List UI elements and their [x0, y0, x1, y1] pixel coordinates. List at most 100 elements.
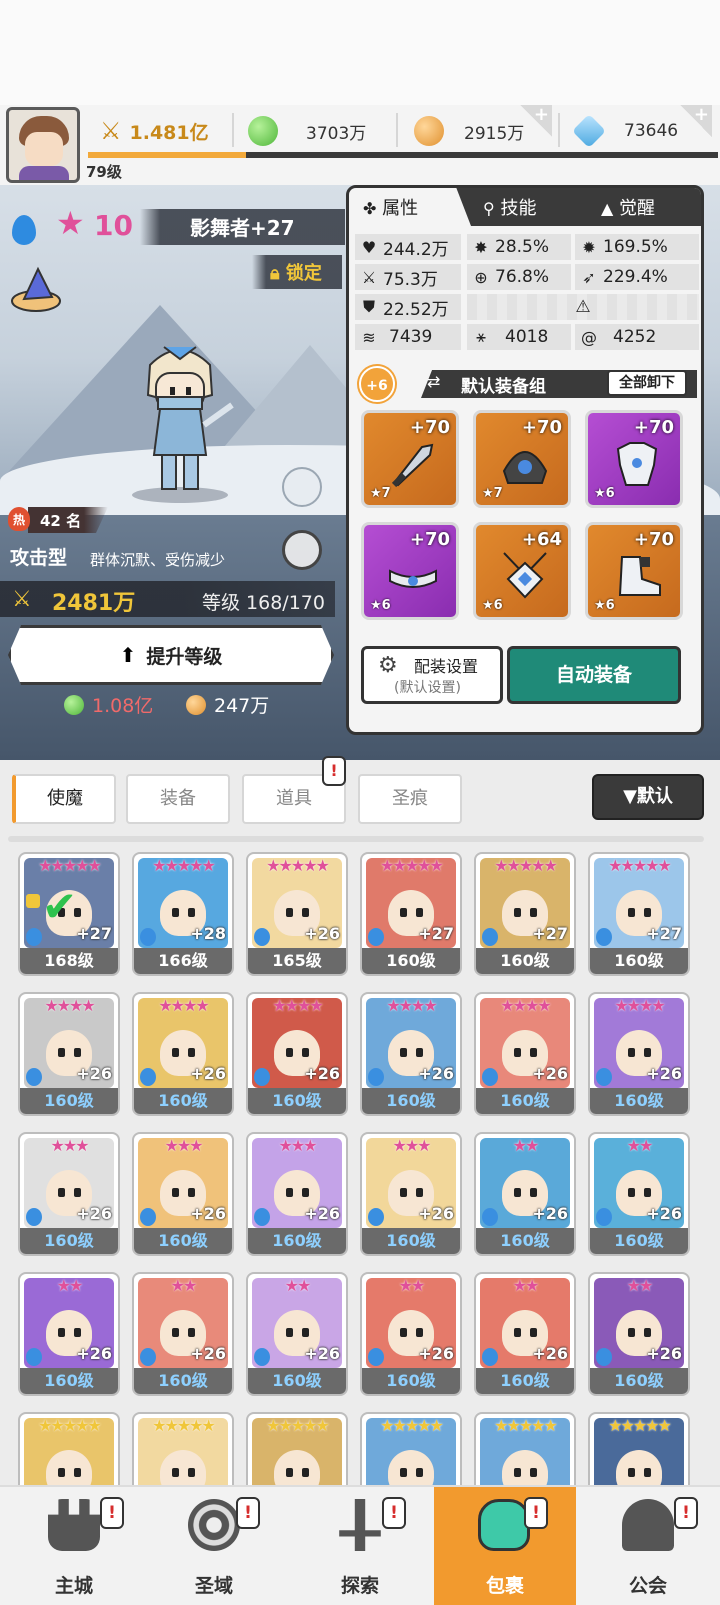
hero-plus: +26	[304, 1204, 340, 1223]
player-avatar[interactable]	[6, 107, 80, 183]
hero-card[interactable]: ★★★★★ +27 168级 ✔	[18, 852, 120, 976]
hero-level: 160级	[134, 1228, 232, 1254]
element-icon	[26, 1068, 42, 1086]
slot-tier: ★6	[594, 598, 615, 613]
nav-main-city[interactable]: ! 主城	[4, 1487, 144, 1605]
add-gold-button[interactable]: +	[520, 105, 552, 137]
nav-bag[interactable]: ! 包裹	[434, 1487, 576, 1605]
hero-card[interactable]: ★★★★ +26 160级	[246, 992, 348, 1116]
status-bar-area	[0, 0, 720, 105]
hero-card[interactable]: ★★★★ +26 160级	[18, 992, 120, 1116]
gear-slot-boots[interactable]: +70 ★6	[585, 522, 683, 620]
rotate-view-button[interactable]	[282, 530, 322, 570]
alert-icon: ⚠	[575, 297, 591, 317]
total-power-value: 1.481亿	[129, 121, 209, 144]
view-orb-button[interactable]	[282, 467, 322, 507]
gear-slot-necklace[interactable]: +64 ★6	[473, 522, 571, 620]
hero-card[interactable]: ★★★★ +26 160级	[474, 992, 576, 1116]
hero-plus: +26	[304, 924, 340, 943]
element-icon	[482, 1348, 498, 1366]
hero-card[interactable]: ★★ +26 160级	[360, 1272, 462, 1396]
selected-check-icon: ✔	[42, 882, 78, 931]
wizard-hat-icon[interactable]	[8, 265, 64, 313]
hero-card[interactable]: ★★★★★ +28 166级	[132, 852, 234, 976]
gear-icon: ⚙	[378, 653, 398, 678]
hero-level: 168级	[20, 948, 118, 974]
hero-card[interactable]: ★★ +26 160级	[246, 1272, 348, 1396]
unequip-all-button[interactable]: 全部卸下	[607, 370, 687, 396]
hero-card[interactable]: ★★★ +26 160级	[18, 1132, 120, 1256]
tab-stigmata[interactable]: 圣痕	[358, 774, 462, 824]
config-label: 配装设置	[414, 657, 479, 676]
nav-guild[interactable]: ! 公会	[578, 1487, 718, 1605]
crossed-swords-icon: ⚔	[100, 117, 122, 145]
hero-stars: ★★★	[392, 1136, 431, 1155]
hero-stars: ★★★★★	[152, 856, 216, 875]
tab-equipment[interactable]: 装备	[126, 774, 230, 824]
hero-card[interactable]: ★★★★ +26 160级	[360, 992, 462, 1116]
gear-bonus-badge[interactable]: +6	[359, 366, 395, 402]
gear-config-button[interactable]: ⚙ 配装设置 (默认设置)	[361, 646, 503, 704]
add-gem-button[interactable]: +	[680, 105, 712, 137]
hero-card[interactable]: ★★★ +26 160级	[132, 1132, 234, 1256]
stat-dodge: ⚹ 4018	[467, 324, 571, 350]
alert-badge: !	[524, 1497, 548, 1529]
hero-stars: ★★★	[50, 1136, 89, 1155]
hero-card[interactable]: ★★★ +26 160级	[360, 1132, 462, 1256]
tab-skills[interactable]: ⚲ 技能	[483, 194, 536, 220]
hero-level: 160级	[476, 1368, 574, 1394]
hero-plus: +26	[76, 1064, 112, 1083]
hero-card[interactable]: ★★★★★ +27 160级	[588, 852, 690, 976]
hero-card[interactable]: ★★ +26 160级	[132, 1272, 234, 1396]
hero-card[interactable]: ★★ +26 160级	[588, 1132, 690, 1256]
hero-card[interactable]: ★★ +26 160级	[474, 1132, 576, 1256]
gear-slot-belt[interactable]: +70 ★6	[361, 522, 459, 620]
stat-value: 75.3万	[383, 269, 438, 290]
hero-plus: +28	[190, 924, 226, 943]
gear-slot-helmet[interactable]: +70 ★7	[473, 410, 571, 508]
tab-attributes[interactable]: ✤ 属性	[363, 194, 418, 220]
hero-plus: +26	[532, 1064, 568, 1083]
hero-card[interactable]: ★★★★ +26 160级	[588, 992, 690, 1116]
green-orb-icon	[64, 694, 84, 715]
hero-plus: +26	[76, 1344, 112, 1363]
nav-sanctuary[interactable]: ! 圣域	[144, 1487, 284, 1605]
slot-tier: ★7	[370, 486, 391, 501]
hero-card[interactable]: ★★ +26 160级	[474, 1272, 576, 1396]
sort-dropdown[interactable]: ▼默认	[592, 774, 704, 820]
stat-value: 169.5%	[603, 237, 668, 257]
lock-button[interactable]: 🔒︎ 锁定	[270, 259, 322, 285]
hero-stars: ★★	[512, 1276, 540, 1295]
hero-card[interactable]: ★★ +26 160级	[588, 1272, 690, 1396]
skill-icon: ⚲	[483, 199, 495, 218]
accuracy-icon: ⊕	[474, 267, 488, 287]
tab-familiars[interactable]: 使魔	[12, 774, 116, 824]
element-icon	[140, 1208, 156, 1226]
tab-awaken-label: 觉醒	[619, 198, 656, 219]
element-icon	[26, 1208, 42, 1226]
stat-speed: ➶ 229.4%	[575, 264, 699, 290]
hero-card[interactable]: ★★★★★ +26 165级	[246, 852, 348, 976]
gear-slot-weapon[interactable]: +70 ★7	[361, 410, 459, 508]
tab-awaken[interactable]: ▲ 觉醒	[601, 194, 655, 220]
nav-explore[interactable]: ! 探索	[290, 1487, 430, 1605]
element-icon	[254, 1068, 270, 1086]
element-icon	[140, 1068, 156, 1086]
hero-card[interactable]: ★★★★ +26 160级	[132, 992, 234, 1116]
hero-card[interactable]: ★★★★★ +27 160级	[360, 852, 462, 976]
hero-card[interactable]: ★★ +26 160级	[18, 1272, 120, 1396]
dodge-icon: ⚹	[476, 327, 486, 346]
slot-tier: ★6	[482, 598, 503, 613]
gear-slot-armor[interactable]: +70 ★6	[585, 410, 683, 508]
game-screen: 79级 ⚔ 1.481亿 3703万 2915万 + 73646 + ★ 10 …	[0, 0, 720, 1605]
stat-value: 22.52万	[383, 299, 449, 320]
hero-card[interactable]: ★★★ +26 160级	[246, 1132, 348, 1256]
auto-equip-button[interactable]: 自动装备	[507, 646, 681, 704]
cost-gold: 247万	[186, 691, 269, 718]
stat-swirl: @4252	[575, 324, 699, 350]
element-icon	[596, 1208, 612, 1226]
hero-card[interactable]: ★★★★★ +27 160级	[474, 852, 576, 976]
hero-power: 2481万	[52, 591, 136, 616]
upgrade-level-button[interactable]: ⬆ 提升等级	[8, 625, 334, 685]
hero-plus: +26	[304, 1344, 340, 1363]
